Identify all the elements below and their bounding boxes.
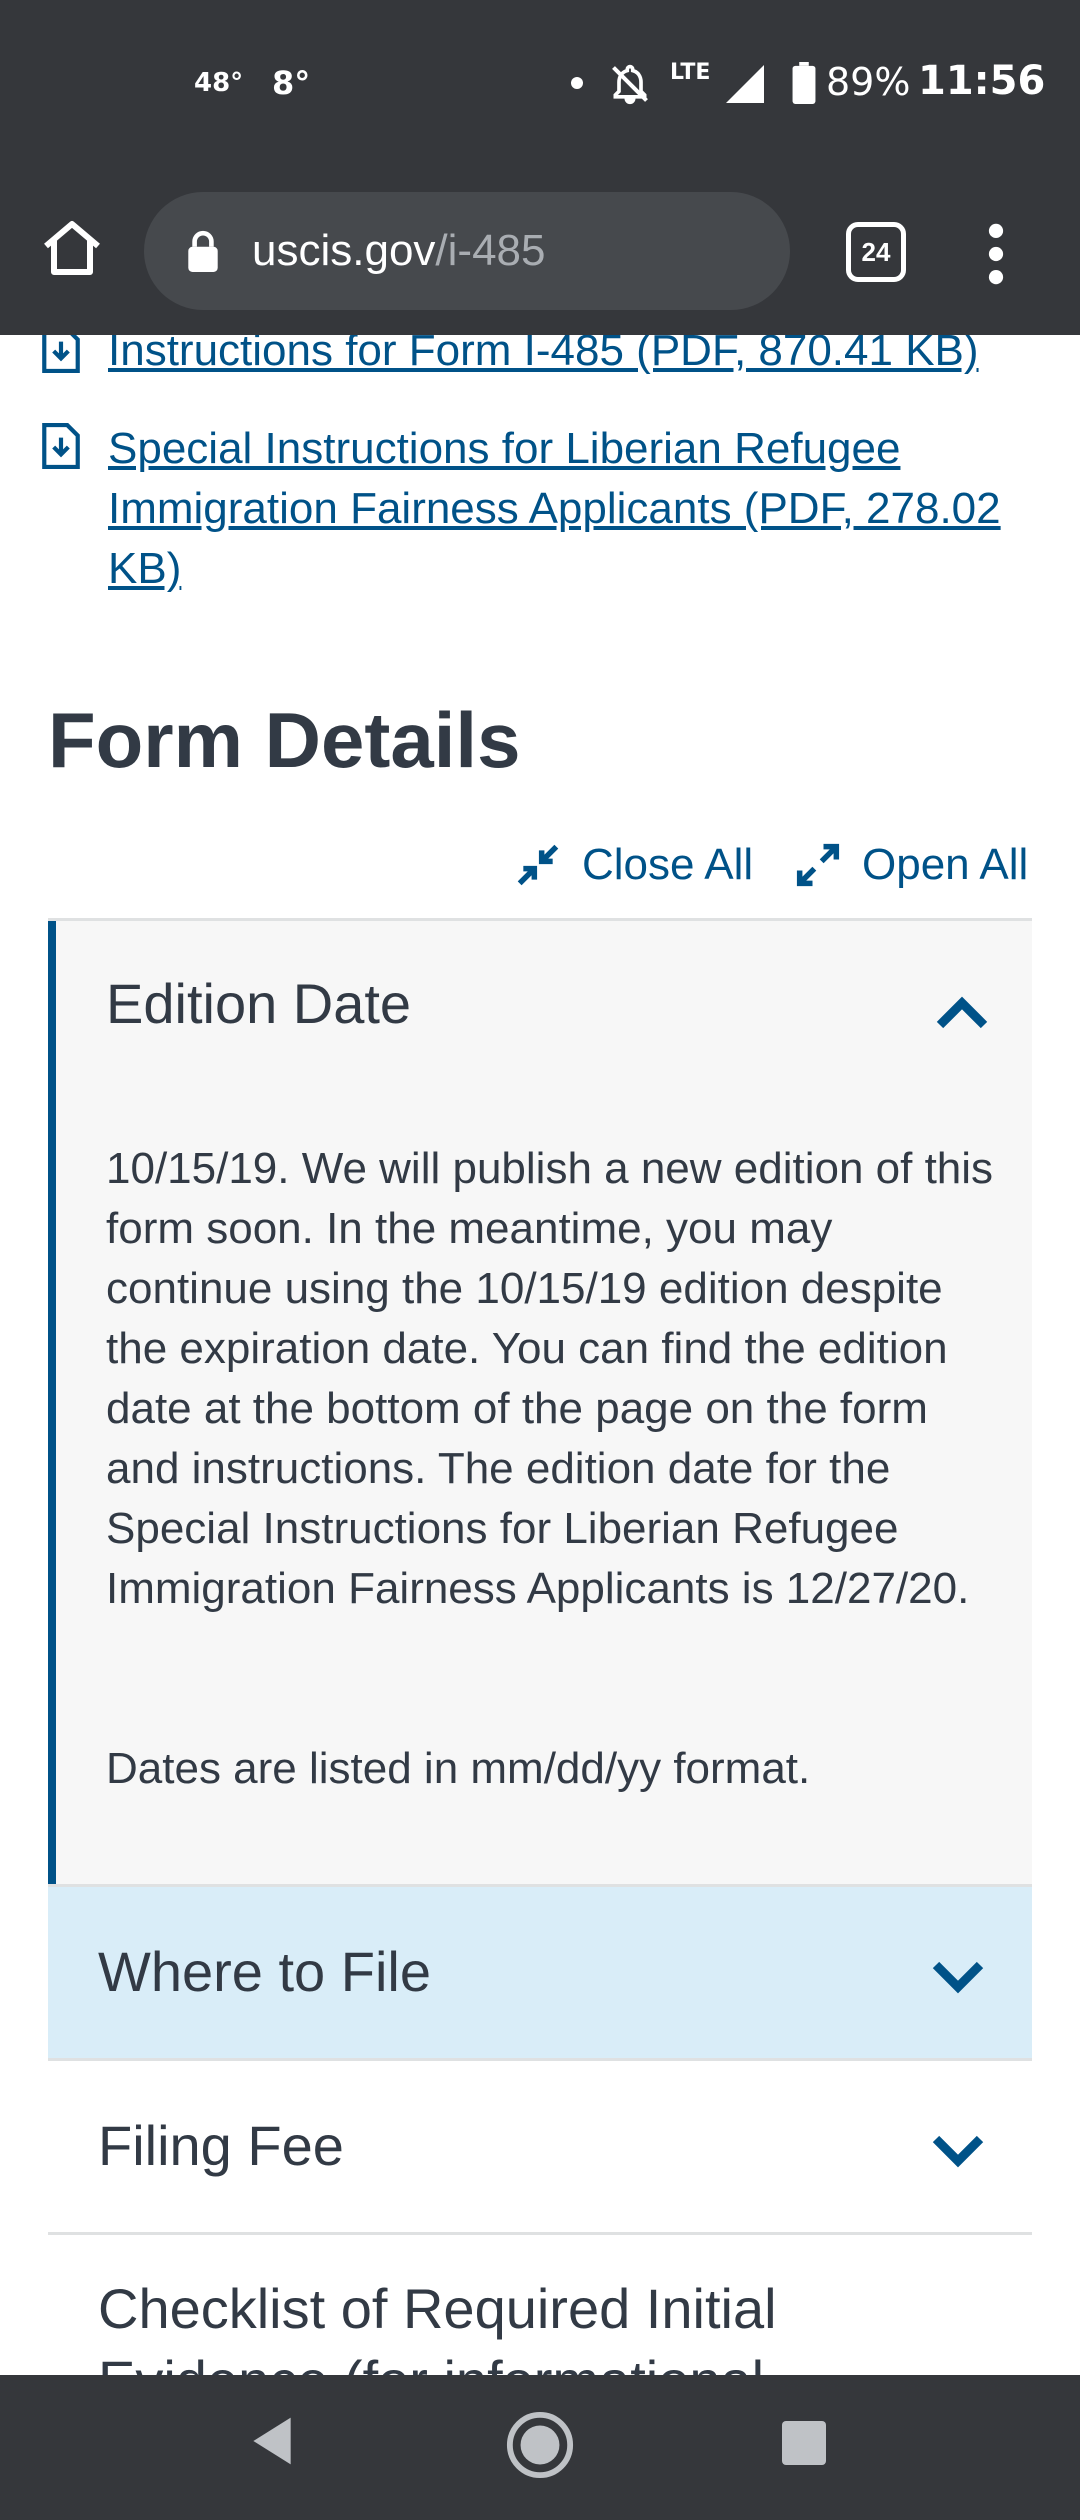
signal-icon [726,65,764,103]
weather-temp-1: 48° [194,68,244,98]
browser-chrome: 48° 8° LTE 89% 11:56 uscis.gov/i-485 24 [0,0,1080,335]
tab-count: 24 [861,236,891,267]
battery-icon [792,62,816,104]
close-all-button[interactable]: Close All [516,835,753,895]
file-download-icon [42,423,80,469]
accordion-title[interactable]: Checklist of Required Initial Evidence (… [98,2273,978,2375]
battery-percent: 89% [826,60,911,104]
chevron-down-icon[interactable] [930,1957,986,1997]
file-download-icon [42,335,80,373]
accordion-note-text: Dates are listed in mm/dd/yy format. [106,1744,811,1793]
tab-switcher-button[interactable]: 24 [846,222,906,282]
accordion-filing-fee[interactable]: Filing Fee [48,2058,1032,2232]
accordion-edition-date[interactable]: Edition Date 10/15/19. We will publish a… [48,921,1032,1884]
chevron-up-icon[interactable] [934,993,990,1033]
url-text: uscis.gov/i-485 [252,226,546,276]
expand-arrows-icon [796,843,840,887]
url-path: /i-485 [435,226,546,275]
accordion-body-text: 10/15/19. We will publish a new edition … [106,1144,994,1613]
chevron-down-icon[interactable] [930,2131,986,2171]
more-menu-icon[interactable] [978,222,1014,286]
recent-apps-icon[interactable] [780,2419,828,2467]
accordion-title[interactable]: Filing Fee [98,2113,344,2178]
link-label[interactable]: Instructions for Form I-485 (PDF, 870.41… [108,335,1058,381]
link-label[interactable]: Special Instructions for Liberian Refuge… [108,419,1058,599]
collapse-arrows-icon [517,844,559,886]
accordion-title[interactable]: Edition Date [106,971,411,1036]
home-icon[interactable] [40,218,104,278]
network-type: LTE [670,60,711,85]
back-icon[interactable] [248,2413,296,2469]
accordion-title[interactable]: Where to File [98,1939,431,2004]
home-circle-icon[interactable] [505,2410,575,2480]
accordion-where-to-file[interactable]: Where to File [48,1884,1032,2058]
open-all-button[interactable]: Open All [796,835,1028,895]
accordion-checklist[interactable]: Checklist of Required Initial Evidence (… [48,2232,1032,2375]
weather-temp-2: 8° [272,64,311,102]
system-navigation-bar [0,2375,1080,2520]
open-all-label: Open All [862,840,1029,889]
bell-off-icon [612,64,648,105]
page-content: Instructions for Form I-485 (PDF, 870.41… [0,335,1080,2375]
lock-icon [188,230,218,272]
url-host: uscis.gov [252,226,436,275]
address-bar[interactable]: uscis.gov/i-485 [144,192,790,310]
notification-dot-icon [571,77,583,89]
section-heading: Form Details [48,696,521,784]
status-bar: 48° 8° LTE 89% 11:56 [0,0,1080,170]
close-all-label: Close All [582,840,754,889]
clock: 11:56 [918,58,1046,104]
